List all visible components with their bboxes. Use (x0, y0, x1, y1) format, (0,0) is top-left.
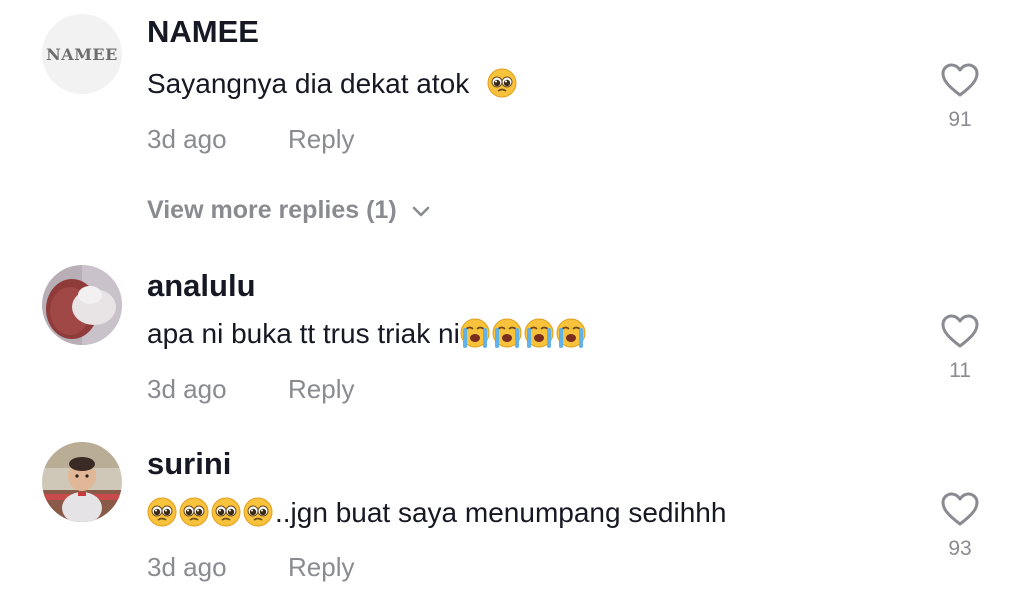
loudly-crying-face-icon (460, 318, 490, 355)
comment-body: Sayangnya dia dekat atok (147, 68, 470, 99)
like-block: 91 (930, 62, 990, 132)
view-more-replies-button[interactable]: View more replies (1) (147, 196, 431, 225)
comment-text: ..jgn buat saya menumpang sedihhh (147, 497, 726, 534)
like-count: 93 (948, 537, 972, 560)
pleading-face-icon (243, 497, 273, 534)
comment-timestamp: 3d ago (147, 374, 227, 404)
reply-button[interactable]: Reply (288, 374, 354, 405)
comment-timestamp: 3d ago (147, 124, 227, 154)
reply-button[interactable]: Reply (288, 124, 354, 155)
heart-icon[interactable] (940, 62, 980, 98)
like-block: 93 (930, 491, 990, 561)
comments-list: NAMEE NAMEE Sayangnya dia dekat atok 3d … (0, 0, 1036, 590)
chevron-down-icon (411, 196, 431, 225)
heart-icon[interactable] (940, 313, 980, 349)
comment-username[interactable]: analulu (147, 268, 256, 304)
comment-username[interactable]: NAMEE (147, 14, 259, 50)
loudly-crying-face-icon (556, 318, 586, 355)
like-count: 91 (948, 108, 972, 131)
loudly-crying-face-icon (492, 318, 522, 355)
comment-body: ..jgn buat saya menumpang sedihhh (275, 497, 727, 528)
reply-button[interactable]: Reply (288, 552, 354, 583)
heart-icon[interactable] (940, 491, 980, 527)
avatar[interactable] (42, 265, 122, 345)
loudly-crying-face-icon (524, 318, 554, 355)
avatar-logo-text: NAMEE (46, 44, 118, 64)
pleading-face-icon (179, 497, 209, 534)
pleading-face-icon (487, 68, 517, 105)
avatar[interactable] (42, 442, 122, 522)
view-more-label: View more replies (1) (147, 196, 397, 224)
like-count: 11 (949, 359, 971, 382)
pleading-face-icon (211, 497, 241, 534)
like-block: 11 (930, 313, 990, 383)
comment-body: apa ni buka tt trus triak ni (147, 318, 460, 349)
avatar[interactable]: NAMEE (42, 14, 122, 94)
comment-username[interactable]: surini (147, 446, 231, 482)
comment-text: apa ni buka tt trus triak ni (147, 318, 588, 355)
pleading-face-icon (147, 497, 177, 534)
comment-timestamp: 3d ago (147, 552, 227, 582)
comment-text: Sayangnya dia dekat atok (147, 68, 519, 105)
